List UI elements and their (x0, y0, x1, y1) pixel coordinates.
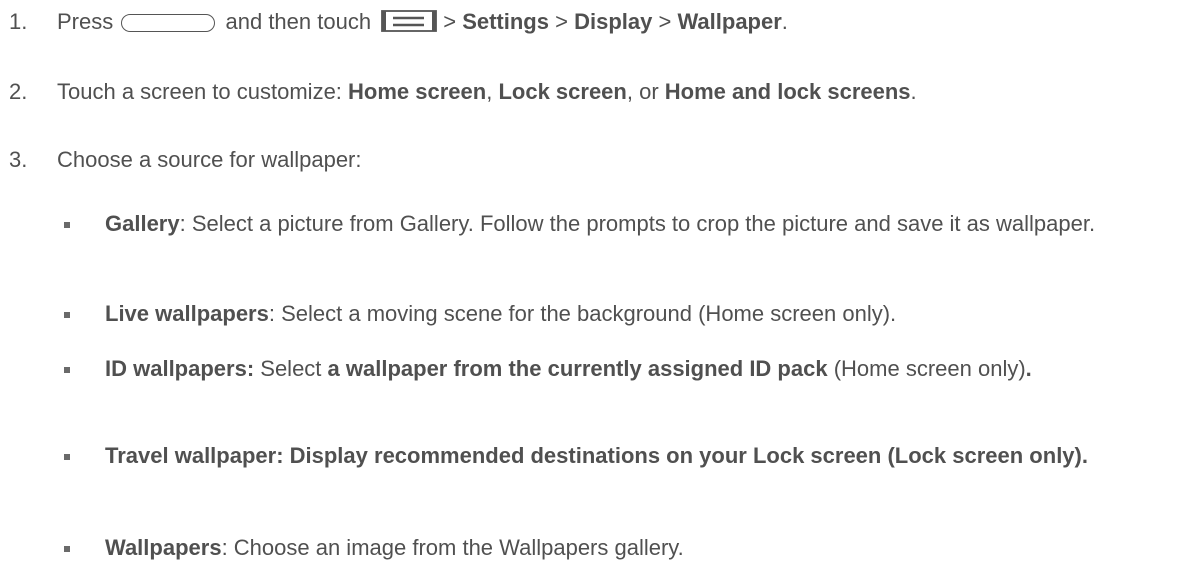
bullet-icon (64, 454, 70, 460)
source-title: Travel wallpaper: Display recommended de… (105, 443, 1088, 468)
home-key-icon (121, 14, 216, 32)
step-text: Choose a source for wallpaper: (57, 147, 362, 172)
source-description: (Home screen only) (827, 356, 1026, 381)
list-item-text: ID wallpapers: Select a wallpaper from t… (105, 354, 1165, 384)
display-label: Display (574, 9, 653, 34)
bullet-icon (64, 222, 70, 228)
list-item-text: Live wallpapers: Select a moving scene f… (105, 299, 1170, 329)
source-description: : Select a moving scene for the backgrou… (268, 301, 897, 326)
and-then-touch-text: and then touch (225, 9, 372, 34)
bullet-icon (64, 546, 70, 552)
lock-screen-label: Lock screen (498, 79, 627, 104)
separator: > (555, 9, 568, 34)
source-description: : Select a picture from Gallery. Follow … (179, 211, 1096, 236)
separator: > (658, 9, 672, 34)
settings-label: Settings (462, 9, 549, 34)
separator: , (486, 79, 499, 104)
source-highlight: a wallpaper from the currently assigned … (327, 356, 828, 381)
separator: > (443, 9, 457, 34)
step-text: Press and then touch > Settings > Displa… (57, 9, 788, 35)
source-description: Select (254, 356, 328, 381)
home-screen-label: Home screen (348, 79, 487, 104)
source-title: Wallpapers (105, 535, 222, 560)
step-number: 1. (9, 9, 28, 34)
step-number: 3. (9, 147, 28, 172)
bullet-icon (64, 312, 70, 318)
step-intro: Touch a screen to customize: (57, 79, 349, 104)
source-title: Live wallpapers (105, 301, 269, 326)
period: . (781, 9, 788, 34)
step-number: 2. (9, 79, 28, 104)
menu-key-icon (381, 10, 438, 32)
list-item-text: Travel wallpaper: Display recommended de… (105, 441, 1105, 471)
list-item-text: Gallery: Select a picture from Gallery. … (105, 209, 1170, 239)
bullet-icon (64, 367, 70, 373)
period: . (1025, 356, 1032, 381)
home-and-lock-label: Home and lock screens (664, 79, 911, 104)
step-text: Touch a screen to customize: Home screen… (57, 79, 917, 105)
source-title: Gallery (105, 211, 180, 236)
source-description: : Choose an image from the Wallpapers ga… (221, 535, 684, 560)
list-item-text: Wallpapers: Choose an image from the Wal… (105, 533, 1170, 563)
source-title: ID wallpapers: (105, 356, 255, 381)
wallpaper-label: Wallpaper (677, 9, 782, 34)
press-text: Press (57, 9, 114, 34)
separator: , or (626, 79, 665, 104)
period: . (910, 79, 917, 104)
